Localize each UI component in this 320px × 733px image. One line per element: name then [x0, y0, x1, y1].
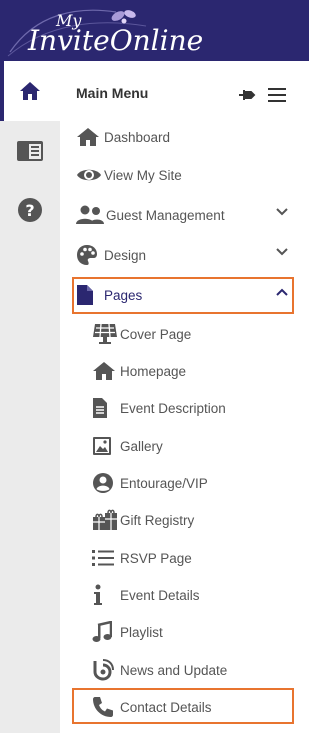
home-icon: [20, 82, 40, 100]
menu-item-view-my-site[interactable]: View My Site: [76, 159, 294, 191]
submenu-item-contact-details[interactable]: Contact Details: [92, 691, 294, 723]
submenu-item-label: News and Update: [120, 662, 228, 678]
submenu-item-event-details[interactable]: Event Details: [92, 579, 294, 611]
chevron-down-icon[interactable]: [276, 208, 288, 216]
users-icon: [76, 205, 104, 224]
submenu-item-label: Event Details: [120, 587, 200, 603]
music-note-icon: [92, 621, 112, 642]
submenu-item-rsvp-page[interactable]: RSVP Page: [92, 542, 294, 574]
submenu-item-label: Gallery: [120, 438, 163, 454]
chevron-down-icon[interactable]: [276, 248, 288, 256]
brand-logo[interactable]: My InviteOnline: [6, 4, 206, 58]
svg-text:?: ?: [25, 201, 34, 220]
info-icon: [94, 584, 102, 605]
gifts-icon: [93, 509, 117, 530]
submenu-item-label: Playlist: [120, 624, 163, 640]
submenu-item-event-description[interactable]: Event Description: [92, 392, 294, 424]
menu-item-label: View My Site: [104, 167, 182, 183]
pin-icon[interactable]: [238, 87, 256, 103]
chevron-up-icon[interactable]: [276, 288, 288, 296]
menu-item-label: Guest Management: [106, 207, 225, 223]
submenu-item-label: Cover Page: [120, 326, 192, 342]
menu-item-pages[interactable]: Pages: [76, 279, 294, 311]
document-icon: [93, 398, 107, 418]
phone-icon: [93, 697, 113, 717]
rail-help[interactable]: ?: [0, 180, 60, 240]
submenu-item-playlist[interactable]: Playlist: [92, 616, 294, 648]
submenu-item-label: Entourage/VIP: [120, 475, 208, 491]
home-icon: [93, 362, 115, 380]
eye-icon: [77, 169, 101, 181]
svg-text:InviteOnline: InviteOnline: [27, 24, 203, 57]
main-menu-title: Main Menu: [76, 85, 149, 101]
blog-icon: [93, 659, 114, 681]
submenu-item-label: Homepage: [120, 363, 187, 379]
menu-item-design[interactable]: Design: [76, 239, 294, 271]
dashboard-panel-icon: [17, 141, 43, 161]
menu-item-label: Dashboard: [104, 129, 171, 145]
menu-item-label: Design: [104, 247, 147, 263]
submenu-item-label: RSVP Page: [120, 550, 192, 566]
app-header: My InviteOnline: [0, 0, 309, 61]
submenu-item-gift-registry[interactable]: Gift Registry: [92, 504, 294, 536]
menu-toggle-icon[interactable]: [268, 88, 286, 102]
help-icon: ?: [18, 198, 42, 222]
submenu-item-cover-page[interactable]: Cover Page: [92, 318, 294, 350]
person-circle-icon: [93, 473, 113, 493]
submenu-item-label: Event Description: [120, 400, 226, 416]
list-icon: [92, 550, 114, 566]
submenu-item-label: Contact Details: [120, 699, 212, 715]
submenu-item-label: Gift Registry: [120, 512, 195, 528]
file-icon: [77, 285, 93, 305]
home-icon: [77, 128, 99, 146]
palette-icon: [77, 245, 97, 265]
image-icon: [93, 437, 111, 455]
menu-item-guest-management[interactable]: Guest Management: [76, 199, 294, 231]
rail-home[interactable]: [0, 61, 60, 121]
icon-rail: ?: [0, 61, 60, 733]
submenu-item-entourage-vip[interactable]: Entourage/VIP: [92, 467, 294, 499]
menu-item-label: Pages: [104, 287, 143, 303]
rail-dashboard-panel[interactable]: [0, 121, 60, 181]
submenu-item-homepage[interactable]: Homepage: [92, 355, 294, 387]
main-menu-panel: Main Menu Dashboard View My Site Guest M…: [60, 61, 309, 733]
solar-panel-icon: [93, 323, 117, 344]
submenu-item-gallery[interactable]: Gallery: [92, 430, 294, 462]
submenu-item-news-and-update[interactable]: News and Update: [92, 654, 294, 686]
menu-item-dashboard[interactable]: Dashboard: [76, 121, 294, 153]
